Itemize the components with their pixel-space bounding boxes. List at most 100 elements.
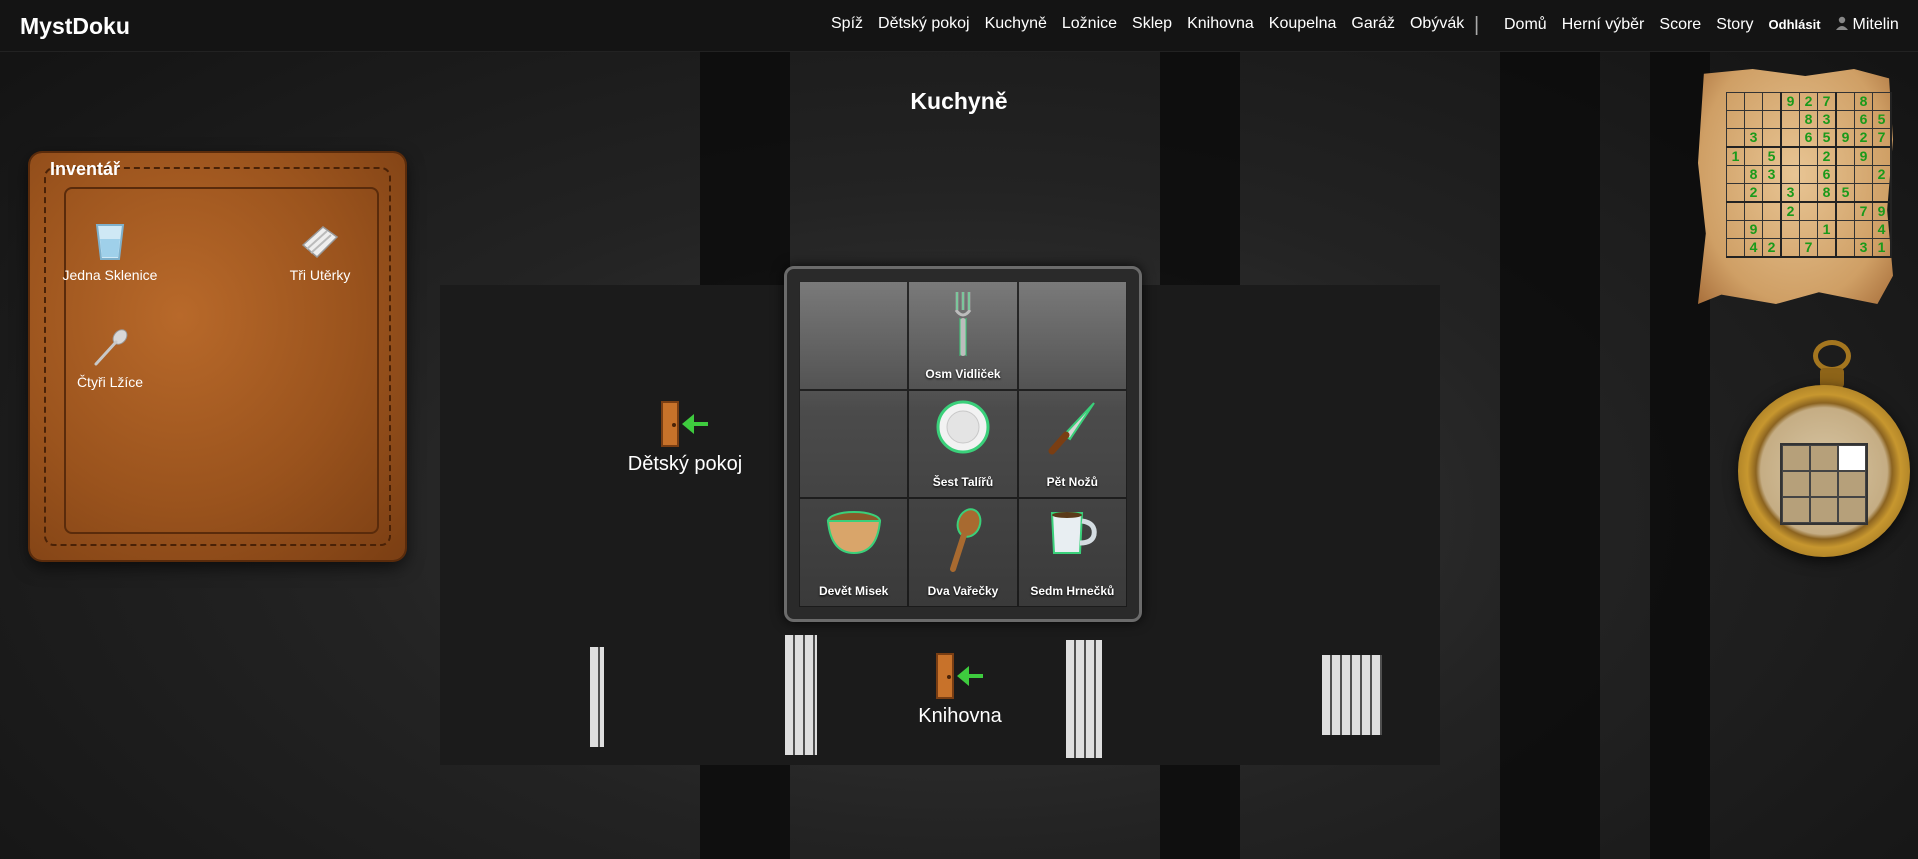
grid-cell[interactable] <box>799 389 909 499</box>
nav-room-garaz[interactable]: Garáž <box>1351 15 1395 33</box>
sudoku-board[interactable]: 9278836536592715298362238527991442731 <box>1726 92 1892 258</box>
mini-grid-cell[interactable] <box>1810 497 1838 523</box>
sudoku-cell[interactable] <box>1872 183 1892 203</box>
sudoku-cell[interactable]: 2 <box>1872 165 1892 184</box>
sudoku-cell[interactable]: 4 <box>1744 238 1763 258</box>
sudoku-cell[interactable]: 1 <box>1817 220 1837 239</box>
sudoku-cell[interactable] <box>1835 220 1855 239</box>
nav-room-koupelna[interactable]: Koupelna <box>1269 15 1337 33</box>
nav-room-knihovna[interactable]: Knihovna <box>1187 15 1254 33</box>
sudoku-cell[interactable]: 5 <box>1872 110 1892 129</box>
nav-room-sklep[interactable]: Sklep <box>1132 15 1172 33</box>
watch-mini-grid[interactable] <box>1780 443 1868 525</box>
sudoku-cell[interactable]: 2 <box>1817 146 1837 166</box>
sudoku-cell[interactable] <box>1726 220 1745 239</box>
sudoku-cell[interactable] <box>1780 128 1800 148</box>
sudoku-cell[interactable]: 8 <box>1817 183 1837 203</box>
sudoku-cell[interactable] <box>1835 92 1855 111</box>
sudoku-cell[interactable] <box>1780 165 1800 184</box>
sudoku-cell[interactable]: 3 <box>1780 183 1800 203</box>
sudoku-cell[interactable] <box>1799 220 1818 239</box>
sudoku-cell[interactable]: 7 <box>1872 128 1892 148</box>
sudoku-cell[interactable] <box>1854 165 1873 184</box>
mini-grid-cell[interactable] <box>1838 445 1866 471</box>
sudoku-cell[interactable] <box>1780 146 1800 166</box>
brand-logo[interactable]: MystDoku <box>20 13 130 40</box>
grid-cell[interactable]: Osm Vidliček <box>908 281 1018 390</box>
sudoku-cell[interactable]: 9 <box>1835 128 1855 148</box>
mini-grid-cell[interactable] <box>1810 471 1838 497</box>
door-bottom[interactable]: Knihovna <box>885 652 1035 728</box>
logout-button[interactable]: Odhlásit <box>1769 17 1821 32</box>
sudoku-cell[interactable] <box>1872 92 1892 111</box>
nav-room-kuchyne[interactable]: Kuchyně <box>985 15 1047 33</box>
sudoku-cell[interactable]: 6 <box>1817 165 1837 184</box>
sudoku-cell[interactable] <box>1835 146 1855 166</box>
inventory-item-glass[interactable]: Jedna Sklenice <box>50 223 170 283</box>
nav-game-select[interactable]: Herní výběr <box>1562 16 1645 34</box>
sudoku-cell[interactable]: 6 <box>1799 128 1818 148</box>
grid-cell[interactable]: Dva Vařečky <box>908 498 1018 607</box>
sudoku-cell[interactable] <box>1780 220 1800 239</box>
sudoku-cell[interactable] <box>1799 201 1818 221</box>
nav-room-obyvak[interactable]: Obývák <box>1410 15 1464 33</box>
sudoku-cell[interactable]: 4 <box>1872 220 1892 239</box>
sudoku-cell[interactable]: 2 <box>1744 183 1763 203</box>
mini-grid-cell[interactable] <box>1810 445 1838 471</box>
sudoku-cell[interactable] <box>1799 165 1818 184</box>
sudoku-cell[interactable]: 5 <box>1835 183 1855 203</box>
door-left[interactable]: Dětský pokoj <box>610 400 760 476</box>
sudoku-cell[interactable]: 3 <box>1762 165 1782 184</box>
inventory-item-spoons[interactable]: Čtyři Lžíce <box>50 328 170 390</box>
grid-cell[interactable] <box>799 281 909 390</box>
sudoku-cell[interactable] <box>1872 146 1892 166</box>
nav-home[interactable]: Domů <box>1504 16 1547 34</box>
sudoku-cell[interactable]: 5 <box>1762 146 1782 166</box>
sudoku-cell[interactable] <box>1854 183 1873 203</box>
sudoku-cell[interactable] <box>1817 238 1837 258</box>
grid-cell[interactable] <box>1017 281 1127 390</box>
sudoku-cell[interactable]: 5 <box>1817 128 1837 148</box>
sudoku-cell[interactable] <box>1744 92 1763 111</box>
sudoku-cell[interactable]: 2 <box>1799 92 1818 111</box>
grid-cell[interactable]: Devět Misek <box>799 498 909 607</box>
sudoku-cell[interactable]: 8 <box>1799 110 1818 129</box>
user-menu[interactable]: Mitelin <box>1835 15 1899 34</box>
sudoku-cell[interactable] <box>1726 201 1745 221</box>
mini-grid-cell[interactable] <box>1838 497 1866 523</box>
mini-grid-cell[interactable] <box>1782 471 1810 497</box>
sudoku-cell[interactable] <box>1762 220 1782 239</box>
sudoku-cell[interactable] <box>1835 201 1855 221</box>
sudoku-cell[interactable] <box>1726 183 1745 203</box>
sudoku-cell[interactable] <box>1744 110 1763 129</box>
sudoku-cell[interactable]: 9 <box>1780 92 1800 111</box>
sudoku-cell[interactable]: 6 <box>1854 110 1873 129</box>
sudoku-cell[interactable] <box>1780 110 1800 129</box>
sudoku-cell[interactable] <box>1762 183 1782 203</box>
sudoku-cell[interactable] <box>1799 183 1818 203</box>
sudoku-cell[interactable]: 7 <box>1854 201 1873 221</box>
sudoku-cell[interactable] <box>1799 146 1818 166</box>
sudoku-cell[interactable]: 2 <box>1762 238 1782 258</box>
mini-grid-cell[interactable] <box>1782 497 1810 523</box>
nav-room-detsky-pokoj[interactable]: Dětský pokoj <box>878 15 970 33</box>
sudoku-cell[interactable]: 9 <box>1744 220 1763 239</box>
sudoku-cell[interactable]: 2 <box>1780 201 1800 221</box>
sudoku-cell[interactable]: 9 <box>1872 201 1892 221</box>
sudoku-cell[interactable]: 1 <box>1726 146 1745 166</box>
grid-cell[interactable]: Šest Talířů <box>908 389 1018 499</box>
sudoku-cell[interactable]: 3 <box>1817 110 1837 129</box>
nav-room-loznice[interactable]: Ložnice <box>1062 15 1117 33</box>
sudoku-cell[interactable]: 9 <box>1854 146 1873 166</box>
sudoku-cell[interactable] <box>1780 238 1800 258</box>
nav-score[interactable]: Score <box>1659 16 1701 34</box>
sudoku-cell[interactable] <box>1835 110 1855 129</box>
sudoku-cell[interactable]: 2 <box>1854 128 1873 148</box>
sudoku-cell[interactable] <box>1726 110 1745 129</box>
sudoku-cell[interactable]: 1 <box>1872 238 1892 258</box>
sudoku-cell[interactable] <box>1726 165 1745 184</box>
nav-room-spiz[interactable]: Spíž <box>831 15 863 33</box>
sudoku-cell[interactable]: 8 <box>1744 165 1763 184</box>
sudoku-cell[interactable] <box>1726 92 1745 111</box>
sudoku-cell[interactable]: 3 <box>1744 128 1763 148</box>
